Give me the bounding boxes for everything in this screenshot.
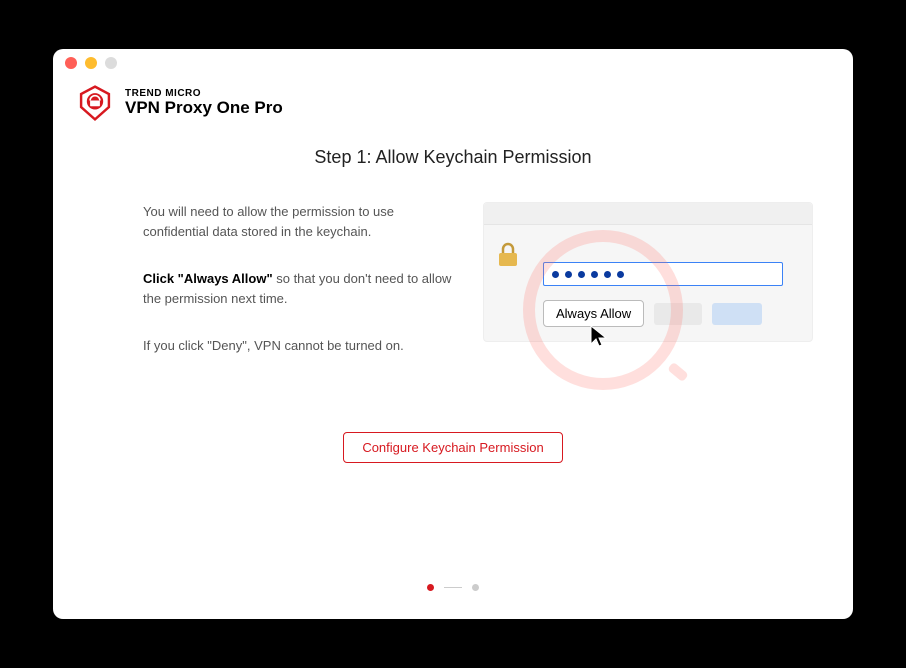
illustration-password-field [543,262,783,286]
password-dot [617,271,624,278]
step-pager [53,584,853,591]
instruction-paragraph-2: Click "Always Allow" so that you don't n… [143,269,463,308]
instructions-column: You will need to allow the permission to… [143,202,463,356]
illustration-ghost-button-primary [712,303,762,325]
window-titlebar [53,49,853,77]
brand-product: VPN Proxy One Pro [125,99,283,118]
keychain-illustration: Always Allow [483,202,813,402]
password-dot [604,271,611,278]
window-close-button[interactable] [65,57,77,69]
configure-keychain-button[interactable]: Configure Keychain Permission [343,432,562,463]
cta-row: Configure Keychain Permission [53,432,853,463]
instruction-bold: Click "Always Allow" [143,271,273,286]
illustration-dialog-titlebar [484,203,812,225]
lock-icon [497,242,519,268]
step-title: Step 1: Allow Keychain Permission [53,147,853,168]
app-header: TREND MICRO VPN Proxy One Pro [53,77,853,129]
instruction-paragraph-1: You will need to allow the permission to… [143,202,463,241]
pager-dot-1[interactable] [427,584,434,591]
content-area: You will need to allow the permission to… [53,202,853,402]
password-dot [565,271,572,278]
cursor-icon [589,324,609,353]
trend-micro-logo-icon [77,85,113,121]
password-dot [591,271,598,278]
pager-connector [444,587,462,588]
window-zoom-button[interactable] [105,57,117,69]
password-dot [552,271,559,278]
password-dot [578,271,585,278]
illustration-always-allow-button: Always Allow [543,300,644,327]
window-minimize-button[interactable] [85,57,97,69]
magnifier-handle-icon [667,362,689,383]
illustration-button-row: Always Allow [543,300,762,327]
app-window: TREND MICRO VPN Proxy One Pro Step 1: Al… [53,49,853,619]
brand-text: TREND MICRO VPN Proxy One Pro [125,88,283,118]
pager-dot-2[interactable] [472,584,479,591]
instruction-paragraph-3: If you click "Deny", VPN cannot be turne… [143,336,463,356]
illustration-ghost-button [654,303,702,325]
